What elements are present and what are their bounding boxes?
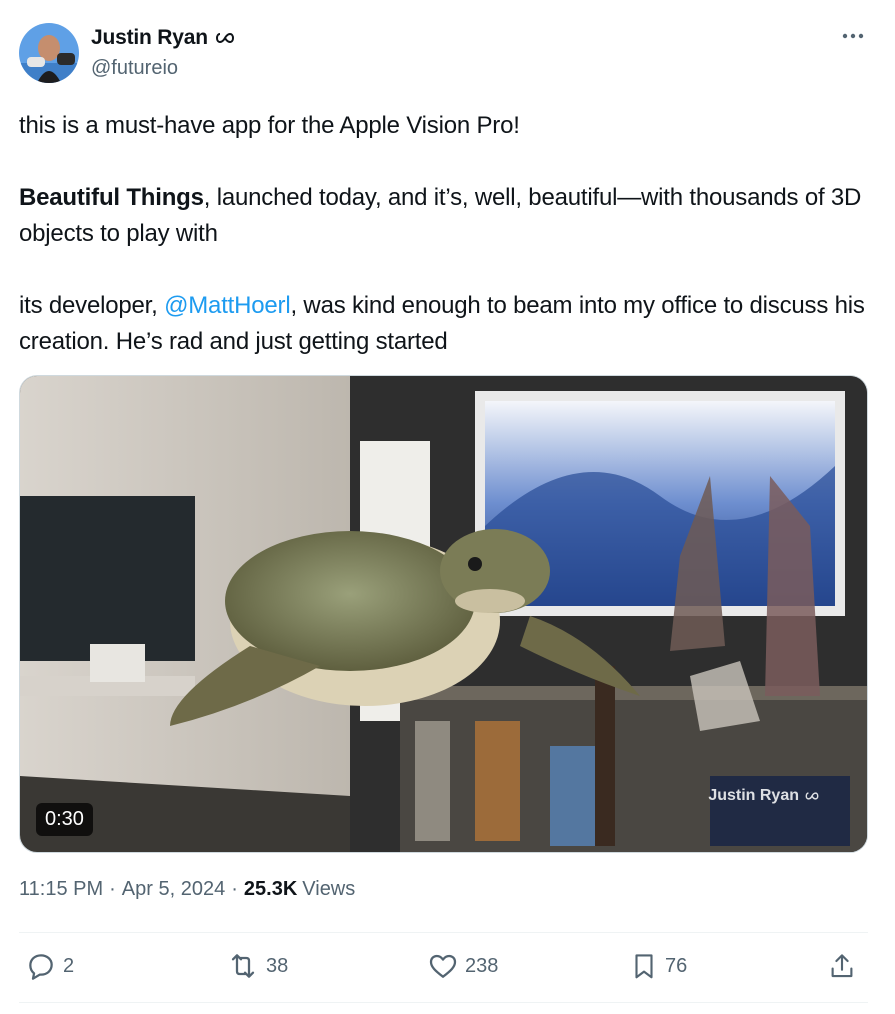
bookmark-count: 76 bbox=[665, 954, 688, 977]
heart-icon bbox=[429, 954, 457, 978]
views-count: 25.3K bbox=[243, 878, 298, 900]
infinity-icon bbox=[805, 792, 819, 800]
repost-button[interactable]: 38 bbox=[226, 950, 288, 982]
video-player[interactable]: 0:30 Justin Ryan bbox=[19, 375, 868, 853]
tweet-meta: 11:15 PM · Apr 5, 2024 · 25.3K Views bbox=[19, 878, 355, 901]
tweet-time[interactable]: 11:15 PM bbox=[19, 878, 103, 901]
video-watermark: Justin Ryan bbox=[708, 787, 821, 805]
repost-icon bbox=[231, 954, 255, 978]
video-duration-badge: 0:30 bbox=[36, 803, 93, 836]
tweet-line: its developer, bbox=[19, 292, 165, 319]
tweet-paragraph: Beautiful Things, launched today, and it… bbox=[19, 180, 879, 252]
views-label: Views bbox=[302, 878, 356, 900]
action-bar: 2 38 238 76 bbox=[19, 950, 868, 986]
bookmark-button[interactable]: 76 bbox=[629, 950, 687, 982]
reply-icon bbox=[29, 954, 53, 980]
reply-count: 2 bbox=[63, 954, 75, 977]
author-name-text: Justin Ryan bbox=[91, 26, 208, 49]
separator: · bbox=[231, 878, 238, 900]
tweet-paragraph: its developer, @MattHoerl, was kind enou… bbox=[19, 288, 879, 360]
reply-button[interactable]: 2 bbox=[25, 950, 74, 982]
app-name: Beautiful Things bbox=[19, 184, 204, 211]
mention-link[interactable]: @MattHoerl bbox=[164, 292, 291, 319]
repost-count: 38 bbox=[266, 954, 289, 977]
infinity-icon bbox=[214, 31, 236, 45]
like-button[interactable]: 238 bbox=[427, 950, 498, 982]
more-options-button[interactable] bbox=[835, 24, 871, 48]
tweet-line: this is a must-have app for the Apple Vi… bbox=[19, 112, 520, 139]
watermark-text: Justin Ryan bbox=[708, 787, 799, 804]
author-display-name[interactable]: Justin Ryan bbox=[91, 26, 236, 50]
divider bbox=[19, 1002, 868, 1003]
tweet-text: this is a must-have app for the Apple Vi… bbox=[19, 108, 879, 360]
video-thumbnail bbox=[20, 376, 867, 852]
tweet-paragraph: this is a must-have app for the Apple Vi… bbox=[19, 108, 879, 144]
tweet-date[interactable]: Apr 5, 2024 bbox=[122, 878, 225, 901]
separator: · bbox=[109, 878, 116, 900]
like-count: 238 bbox=[465, 954, 499, 977]
share-button[interactable] bbox=[827, 950, 857, 982]
share-icon bbox=[831, 954, 853, 978]
divider bbox=[19, 932, 868, 933]
author-handle[interactable]: @futureio bbox=[91, 57, 178, 80]
bookmark-icon bbox=[635, 954, 653, 979]
more-icon bbox=[842, 33, 864, 39]
avatar[interactable] bbox=[19, 23, 79, 83]
